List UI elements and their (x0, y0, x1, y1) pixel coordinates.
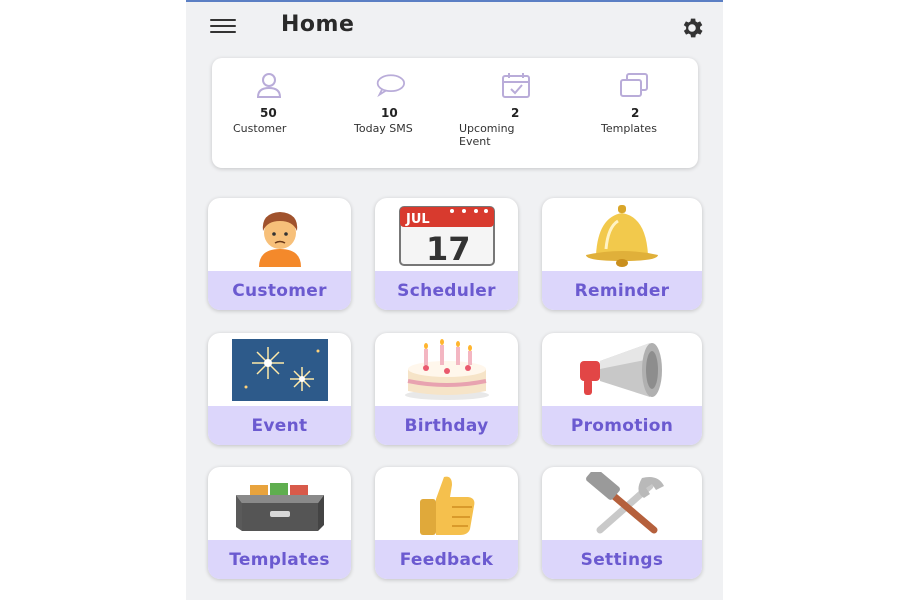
gear-icon[interactable] (679, 15, 705, 41)
chat-bubble-icon (376, 74, 405, 98)
stats-card: 50 Customer 10 Today SMS 2 Upcoming Even… (212, 58, 698, 168)
stat-customer[interactable]: 50 Customer (233, 72, 343, 135)
calendar-month: JUL (405, 212, 430, 227)
app-screen: Home 50 Customer 10 Today SMS 2 Upcoming… (186, 0, 723, 600)
birthday-cake-icon (404, 338, 489, 400)
thumbs-up-icon (419, 476, 474, 535)
tile-label: Reminder (542, 271, 702, 310)
calendar-check-icon (502, 73, 530, 98)
stat-value: 2 (631, 106, 640, 120)
tile-event[interactable]: Event (208, 333, 351, 445)
megaphone-icon (580, 342, 662, 397)
tile-reminder[interactable]: Reminder (542, 198, 702, 310)
tile-birthday[interactable]: Birthday (375, 333, 518, 445)
stat-label: Today SMS (354, 122, 413, 135)
stat-today-sms[interactable]: 10 Today SMS (354, 72, 464, 135)
hamburger-icon[interactable] (210, 19, 236, 33)
calendar-day: 17 (426, 230, 471, 267)
top-bar: Home (186, 2, 723, 54)
copy-icon (620, 73, 648, 97)
tile-settings[interactable]: Settings (542, 467, 702, 579)
stat-templates[interactable]: 2 Templates (601, 72, 711, 135)
tile-label: Event (208, 406, 351, 445)
stat-label: Templates (601, 122, 657, 135)
stat-value: 50 (260, 106, 277, 120)
stat-label: Upcoming Event (459, 122, 515, 148)
tile-templates[interactable]: Templates (208, 467, 351, 579)
stat-upcoming-event[interactable]: 2 Upcoming Event (459, 72, 569, 148)
tile-feedback[interactable]: Feedback (375, 467, 518, 579)
tile-label: Birthday (375, 406, 518, 445)
bell-icon (586, 204, 658, 267)
tile-label: Templates (208, 540, 351, 579)
tile-label: Scheduler (375, 271, 518, 310)
stat-value: 10 (381, 106, 398, 120)
tile-label: Customer (208, 271, 351, 310)
person-pouting-icon (258, 211, 301, 267)
tile-scheduler[interactable]: JUL 17 Scheduler (375, 198, 518, 310)
fireworks-icon (231, 338, 328, 401)
hammer-and-wrench-icon (586, 471, 664, 533)
tile-label: Settings (542, 540, 702, 579)
page-title: Home (281, 12, 355, 37)
person-icon (256, 73, 282, 98)
tile-label: Promotion (542, 406, 702, 445)
card-file-box-icon (235, 482, 324, 531)
tile-customer[interactable]: Customer (208, 198, 351, 310)
tile-label: Feedback (375, 540, 518, 579)
calendar-icon: JUL 17 (398, 205, 495, 267)
stat-value: 2 (511, 106, 520, 120)
tile-promotion[interactable]: Promotion (542, 333, 702, 445)
stat-label: Customer (233, 122, 287, 135)
